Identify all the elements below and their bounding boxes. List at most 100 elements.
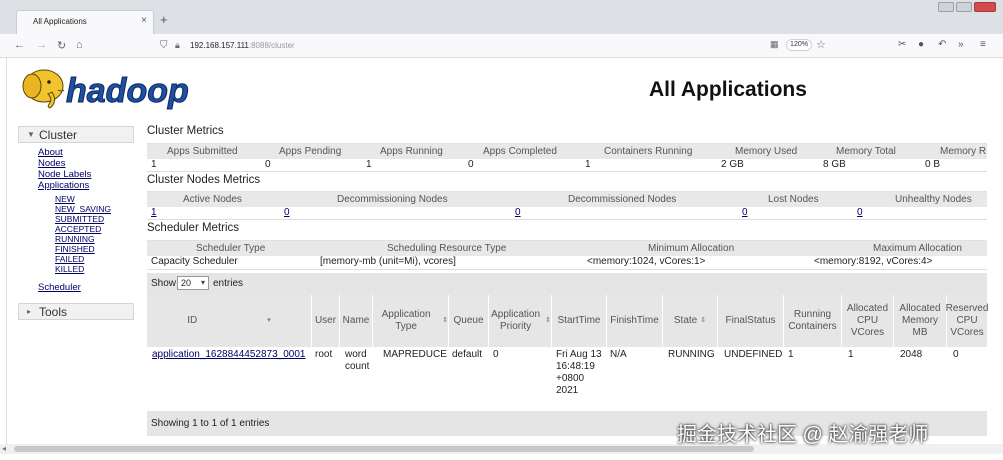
forward-icon[interactable]: → [36, 39, 47, 51]
overflow-icon[interactable]: » [958, 39, 964, 50]
metric-header: Scheduling Resource Type [387, 243, 507, 254]
col-header-finalstatus[interactable]: FinalStatus [718, 295, 784, 347]
nav-state-accepted[interactable]: ACCEPTED [55, 224, 101, 234]
nav-state-new[interactable]: NEW [55, 194, 75, 204]
col-label: Reserved CPU VCores [945, 303, 989, 338]
cell-reserved-vcores: 0 [953, 349, 959, 360]
undo-icon[interactable]: ↶ [938, 39, 946, 50]
browser-tab[interactable]: All Applications × [16, 10, 154, 34]
minimize-icon[interactable] [938, 2, 954, 12]
active-nodes-link[interactable]: 1 [151, 207, 157, 218]
col-header-type[interactable]: Application Type ⇕ [373, 295, 449, 347]
col-header-finishtime[interactable]: FinishTime [607, 295, 663, 347]
tab-close-icon[interactable]: × [141, 15, 147, 26]
bookmark-star-icon[interactable]: ☆ [816, 38, 826, 51]
new-tab-button[interactable]: + [160, 12, 168, 27]
col-header-alloc-memory[interactable]: Allocated Memory MB [894, 295, 947, 347]
home-icon[interactable]: ⌂ [76, 39, 83, 51]
metric-header: Apps Completed [483, 146, 557, 157]
address-bar[interactable]: 192.168.157.111:8088/cluster [190, 41, 295, 50]
url-host: 192.168.157.111 [190, 41, 249, 50]
show-label: Show [151, 278, 177, 289]
window-close-icon[interactable] [974, 2, 996, 12]
nodes-metrics-title: Cluster Nodes Metrics [147, 174, 261, 186]
cell-finalstatus: UNDEFINED [724, 349, 783, 360]
chevron-down-icon: ▾ [200, 278, 205, 287]
nodes-metrics-header-row: Active Nodes Decommissioning Nodes Decom… [147, 191, 987, 207]
cell-running-containers: 1 [788, 349, 794, 360]
col-label: Allocated Memory MB [899, 303, 941, 338]
nav-link-about[interactable]: About [38, 147, 63, 158]
col-header-alloc-vcores[interactable]: Allocated CPU VCores [842, 295, 894, 347]
metric-value: <memory:1024, vCores:1> [587, 256, 706, 267]
tab-title: All Applications [33, 17, 87, 26]
nav-link-scheduler[interactable]: Scheduler [38, 282, 81, 293]
nav-state-new-saving[interactable]: NEW_SAVING [55, 204, 111, 214]
nav-link-nodes[interactable]: Nodes [38, 158, 65, 169]
cluster-metrics-title: Cluster Metrics [147, 125, 224, 137]
metric-header: Memory Used [735, 146, 798, 157]
col-header-priority[interactable]: Application Priority ⇕ [489, 295, 552, 347]
col-header-reserved-vcores[interactable]: Reserved CPU VCores [945, 295, 989, 347]
col-label: State [673, 315, 698, 326]
scheduler-metrics-value-row: Capacity Scheduler [memory-mb (unit=Mi),… [147, 256, 987, 270]
extension-icon[interactable]: ✂ [898, 39, 906, 50]
reload-icon[interactable]: ↻ [57, 39, 66, 52]
maximize-icon[interactable] [956, 2, 972, 12]
cell-name: word count [345, 349, 370, 372]
col-label: Queue [453, 315, 484, 326]
zoom-level[interactable]: 120% [786, 39, 812, 51]
lock-icon[interactable]: 🔒︎ [175, 40, 180, 51]
chat-icon[interactable]: ● [918, 39, 924, 50]
lost-nodes-link[interactable]: 0 [742, 207, 748, 218]
col-header-running-containers[interactable]: Running Containers [784, 295, 842, 347]
col-header-name[interactable]: Name [340, 295, 373, 347]
metric-value: 1 [585, 159, 591, 170]
collapsed-arrow-icon: ▸ [27, 307, 32, 316]
browser-nav-bar: ← → ↻ ⌂ ⛉ 🔒︎ 192.168.157.111:8088/cluste… [0, 34, 1003, 58]
entries-select[interactable]: 20 ▾ [177, 276, 209, 290]
unhealthy-nodes-link[interactable]: 0 [857, 207, 863, 218]
tools-nav-header[interactable]: ▸ Tools [18, 303, 134, 320]
nodes-metrics-value-row: 1 0 0 0 0 [147, 207, 987, 220]
nav-state-finished[interactable]: FINISHED [55, 244, 95, 254]
browser-tab-bar: All Applications × + [0, 0, 1003, 34]
metric-header: Minimum Allocation [648, 243, 735, 254]
cluster-nav-header[interactable]: ▼ Cluster [18, 126, 134, 143]
scroll-thumb[interactable] [14, 446, 754, 452]
scroll-left-icon[interactable]: ◂ [2, 444, 6, 453]
metric-value: <memory:8192, vCores:4> [814, 256, 933, 267]
col-label: ID [187, 315, 198, 326]
decommissioning-nodes-link[interactable]: 0 [284, 207, 290, 218]
back-icon[interactable]: ← [14, 39, 25, 51]
cell-priority: 0 [493, 349, 499, 360]
nav-state-killed[interactable]: KILLED [55, 264, 84, 274]
metric-header: Apps Pending [279, 146, 342, 157]
application-id-link[interactable]: application_1628844452873_0001 [152, 349, 305, 361]
cell-alloc-memory: 2048 [900, 349, 923, 360]
col-header-starttime[interactable]: StartTime [552, 295, 607, 347]
nav-state-running[interactable]: RUNNING [55, 234, 95, 244]
shield-icon[interactable]: ⛉ [160, 40, 168, 51]
metric-header: Apps Running [380, 146, 443, 157]
col-header-user[interactable]: User [312, 295, 340, 347]
decommissioned-nodes-link[interactable]: 0 [515, 207, 521, 218]
nav-state-submitted[interactable]: SUBMITTED [55, 214, 104, 224]
reader-icon[interactable]: ▦ [770, 39, 779, 50]
cell-type: MAPREDUCE [383, 349, 447, 360]
col-header-id[interactable]: ID ▾ [147, 295, 312, 347]
col-header-state[interactable]: State ⇕ [663, 295, 718, 347]
nav-link-node-labels[interactable]: Node Labels [38, 169, 91, 180]
metric-value: 0 [265, 159, 271, 170]
nav-link-applications[interactable]: Applications [38, 180, 89, 191]
apps-table-header: ID ▾ User Name Application Type ⇕ Queue Ap… [147, 295, 989, 347]
hadoop-logo[interactable]: hadoop [18, 62, 218, 114]
tools-label: Tools [39, 305, 68, 319]
menu-icon[interactable]: ≡ [980, 39, 986, 50]
metric-header: Unhealthy Nodes [895, 194, 972, 205]
col-header-queue[interactable]: Queue [449, 295, 489, 347]
entries-info: Showing 1 to 1 of 1 entries [151, 418, 270, 429]
sort-icon: ⇕ [442, 317, 448, 324]
nav-state-failed[interactable]: FAILED [55, 254, 84, 264]
expanded-arrow-icon: ▼ [27, 130, 35, 139]
